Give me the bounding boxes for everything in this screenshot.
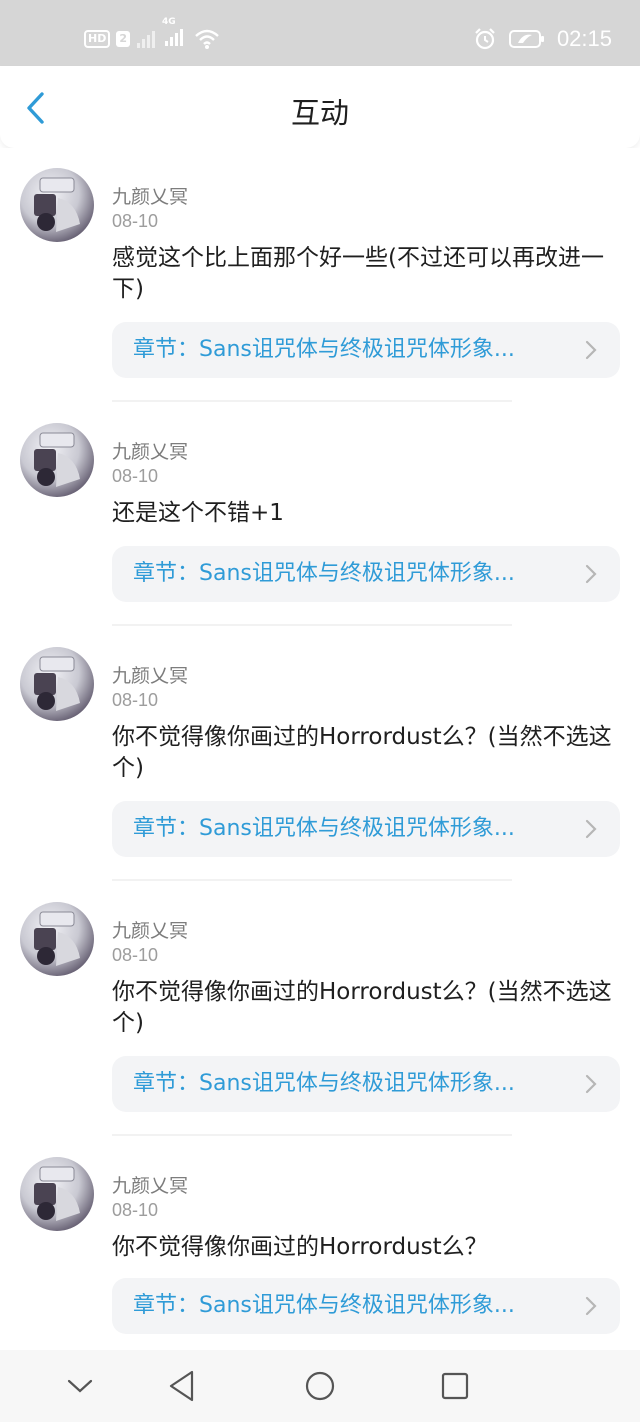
chapter-link-label: 章节：Sans诅咒体与终极诅咒体形象... (133, 1071, 515, 1096)
chapter-link-label: 章节：Sans诅咒体与终极诅咒体形象... (133, 561, 515, 586)
hd-icon: HD (84, 30, 111, 48)
network-label: 4G (162, 17, 176, 27)
avatar-image (34, 432, 80, 487)
divider (112, 624, 512, 626)
signal-icon (137, 31, 155, 48)
wifi-icon (195, 29, 219, 49)
comment-date: 08-10 (112, 466, 159, 486)
avatar-image (34, 177, 80, 232)
back-triangle-icon (169, 1370, 194, 1402)
status-bar: HD 2 4G 02:15 (0, 0, 640, 66)
divider (112, 1134, 512, 1136)
comment-date: 08-10 (112, 690, 159, 710)
avatar-image (34, 656, 80, 711)
system-nav-bar (0, 1350, 640, 1422)
comment-list[interactable]: 九颜乂冥 08-10 感觉这个比上面那个好一些(不过还可以再改进一下) 章节：S… (0, 148, 640, 1350)
chapter-link[interactable]: 章节：Sans诅咒体与终极诅咒体形象... (112, 1278, 620, 1334)
divider (112, 879, 512, 881)
comment-item: 九颜乂冥 08-10 你不觉得像你画过的Horrordust么？(当然不选这个)… (0, 627, 640, 882)
chevron-right-icon (585, 340, 597, 360)
nav-home-button[interactable] (300, 1368, 340, 1404)
sim-icon: 2 (116, 31, 130, 47)
avatar[interactable] (20, 902, 94, 976)
chevron-right-icon (585, 1296, 597, 1316)
comment-item: 九颜乂冥 08-10 还是这个不错+1 章节：Sans诅咒体与终极诅咒体形象..… (0, 403, 640, 627)
avatar[interactable] (20, 647, 94, 721)
status-bar-left: HD 2 4G (84, 17, 220, 52)
nav-collapse-button[interactable] (60, 1368, 100, 1404)
chapter-link-label: 章节：Sans诅咒体与终极诅咒体形象... (133, 816, 515, 841)
page-title: 互动 (290, 96, 349, 130)
chapter-link[interactable]: 章节：Sans诅咒体与终极诅咒体形象... (112, 322, 620, 378)
comment-item: 九颜乂冥 08-10 感觉这个比上面那个好一些(不过还可以再改进一下) 章节：S… (0, 148, 640, 403)
comment-date: 08-10 (112, 1200, 159, 1220)
comment-text: 你不觉得像你画过的Horrordust么？(当然不选这个) (112, 979, 612, 1036)
username: 九颜乂冥 (112, 186, 189, 208)
status-bar-right: 02:15 (473, 24, 612, 54)
chevron-right-icon (585, 819, 597, 839)
chapter-link[interactable]: 章节：Sans诅咒体与终极诅咒体形象... (112, 546, 620, 602)
username: 九颜乂冥 (112, 1175, 189, 1197)
chapter-link[interactable]: 章节：Sans诅咒体与终极诅咒体形象... (112, 1056, 620, 1112)
username: 九颜乂冥 (112, 665, 189, 687)
avatar-image (34, 1166, 80, 1221)
home-circle-icon (305, 1371, 335, 1401)
chapter-link-label: 章节：Sans诅咒体与终极诅咒体形象... (133, 1293, 515, 1318)
comment-text: 感觉这个比上面那个好一些(不过还可以再改进一下) (112, 245, 604, 302)
clock: 02:15 (556, 26, 612, 51)
chevron-right-icon (585, 564, 597, 584)
username: 九颜乂冥 (112, 441, 189, 463)
comment-text: 你不觉得像你画过的Horrordust么？(当然不选这个) (112, 724, 612, 781)
divider (112, 400, 512, 402)
nav-recents-button[interactable] (435, 1368, 475, 1404)
comment-date: 08-10 (112, 211, 159, 231)
username: 九颜乂冥 (112, 920, 189, 942)
alarm-icon (475, 28, 495, 50)
recents-square-icon (441, 1372, 469, 1400)
comment-date: 08-10 (112, 945, 159, 965)
chapter-link[interactable]: 章节：Sans诅咒体与终极诅咒体形象... (112, 801, 620, 857)
comment-text: 还是这个不错+1 (112, 500, 284, 526)
chapter-link-label: 章节：Sans诅咒体与终极诅咒体形象... (133, 337, 515, 362)
comment-item: 九颜乂冥 08-10 你不觉得像你画过的Horrordust么？(当然不选这个)… (0, 882, 640, 1137)
avatar-image (34, 911, 80, 966)
comment-item: 九颜乂冥 08-10 你不觉得像你画过的Horrordust么？ 章节：Sans… (0, 1137, 640, 1350)
nav-back-button[interactable] (162, 1368, 202, 1404)
avatar[interactable] (20, 423, 94, 497)
top-header: 互动 (0, 66, 640, 148)
avatar[interactable] (20, 1157, 94, 1231)
comment-text: 你不觉得像你画过的Horrordust么？ (112, 1234, 488, 1260)
avatar[interactable] (20, 168, 94, 242)
chevron-right-icon (585, 1074, 597, 1094)
signal-4g-icon (165, 29, 183, 46)
chevron-down-icon (67, 1379, 93, 1393)
signal-4g-wrapper: 4G (162, 17, 188, 51)
battery-icon (508, 30, 544, 48)
